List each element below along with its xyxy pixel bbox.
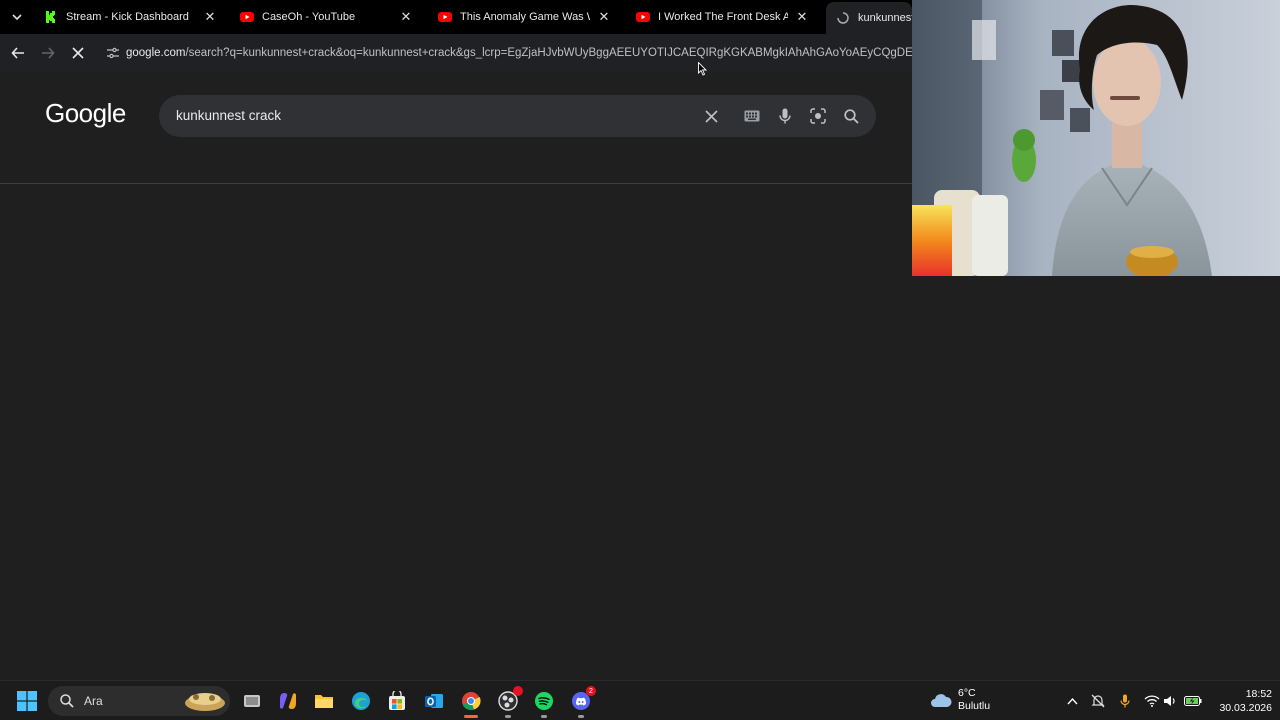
search-bar[interactable]: kunkunnest crack <box>159 95 876 137</box>
close-icon[interactable]: ✕ <box>596 9 612 25</box>
voice-search-button[interactable] <box>774 105 796 127</box>
tab-front-desk[interactable]: I Worked The Front Desk At A M ✕ <box>626 4 820 30</box>
show-hidden-icons-button[interactable] <box>1062 691 1082 711</box>
tab-title: I Worked The Front Desk At A M <box>658 11 788 23</box>
tab-kick-dashboard[interactable]: Stream - Kick Dashboard ✕ <box>34 4 228 30</box>
obs-button[interactable] <box>496 686 523 718</box>
notifications-off-button[interactable] <box>1088 691 1108 711</box>
copilot-button[interactable] <box>276 689 300 713</box>
tab-title: This Anomaly Game Was Wild... <box>460 11 590 23</box>
spotify-icon <box>535 692 553 710</box>
microphone-in-use-button[interactable] <box>1115 691 1135 711</box>
running-indicator <box>541 715 547 718</box>
search-input[interactable]: kunkunnest crack <box>176 108 281 123</box>
url-host: google.com <box>126 47 186 59</box>
cursor-icon <box>698 61 708 76</box>
arrow-left-icon <box>11 47 24 59</box>
cloud-icon <box>931 694 952 707</box>
close-icon <box>72 47 84 59</box>
stop-button[interactable] <box>67 42 89 64</box>
tab-title: kunkunnest c <box>858 12 912 24</box>
forward-button[interactable] <box>37 42 59 64</box>
tab-title: CaseOh - YouTube <box>262 11 356 23</box>
tab-caseoh-youtube[interactable]: CaseOh - YouTube ✕ <box>230 4 424 30</box>
close-icon[interactable]: ✕ <box>398 9 414 25</box>
youtube-icon <box>438 10 452 24</box>
running-indicator <box>505 715 511 718</box>
site-info-icon[interactable] <box>100 47 126 59</box>
bell-off-icon <box>1091 694 1105 708</box>
mouse-cursor <box>698 61 708 81</box>
search-submit-button[interactable] <box>840 105 862 127</box>
search-highlight-icon <box>185 693 225 711</box>
header-divider <box>0 183 912 184</box>
weather-widget[interactable]: 6°C Bulutlu <box>930 687 990 713</box>
clock-time: 18:52 <box>1245 688 1272 700</box>
search-icon <box>843 108 859 124</box>
camera-lens-icon <box>810 108 826 124</box>
keyboard-button[interactable] <box>741 105 763 127</box>
lens-search-button[interactable] <box>807 105 829 127</box>
wifi-icon <box>1144 695 1160 707</box>
microphone-icon <box>779 108 791 124</box>
edge-icon <box>352 692 370 710</box>
battery-button[interactable] <box>1183 691 1203 711</box>
weather-temperature: 6°C <box>958 687 976 699</box>
folder-icon <box>315 695 333 708</box>
close-icon[interactable]: ✕ <box>202 9 218 25</box>
microphone-icon <box>1120 694 1130 708</box>
arrow-right-icon <box>42 47 55 59</box>
spotify-button[interactable] <box>532 689 556 718</box>
chevron-down-icon <box>12 14 22 21</box>
notification-badge: 2 <box>586 686 596 696</box>
clock-date: 30.03.2026 <box>1219 702 1272 714</box>
kick-icon <box>44 10 58 24</box>
url-path: /search?q=kunkunnest+crack&oq=kunkunnest… <box>185 47 912 59</box>
speaker-icon <box>1164 696 1175 706</box>
start-button[interactable] <box>15 689 39 713</box>
store-icon <box>389 691 405 710</box>
copilot-icon <box>280 693 296 709</box>
youtube-icon <box>240 10 254 24</box>
loading-icon <box>836 11 850 25</box>
taskbar-search-label: Ara <box>84 694 103 708</box>
address-bar[interactable]: google.com/search?q=kunkunnest+crack&oq=… <box>100 41 912 65</box>
recording-dot <box>513 686 523 696</box>
tab-google-search[interactable]: kunkunnest c <box>826 2 912 34</box>
weather-description: Bulutlu <box>958 700 991 712</box>
tab-search-button[interactable] <box>6 6 28 28</box>
keyboard-icon <box>744 110 760 122</box>
outlook-icon <box>425 694 443 708</box>
google-logo[interactable]: Google <box>45 98 126 129</box>
outlook-button[interactable] <box>422 689 446 713</box>
windows-taskbar: Ara 2 6°C Bulutlu 18:52 30.03.2026 <box>0 680 1280 720</box>
clear-search-button[interactable] <box>700 105 722 127</box>
wifi-button[interactable] <box>1142 691 1162 711</box>
close-icon <box>704 109 718 123</box>
search-icon <box>60 694 74 708</box>
task-view-button[interactable] <box>240 689 264 713</box>
back-button[interactable] <box>7 42 29 64</box>
tab-title: Stream - Kick Dashboard <box>66 11 189 23</box>
chrome-icon <box>462 692 481 711</box>
running-indicator <box>464 715 478 718</box>
discord-button[interactable]: 2 <box>569 686 596 718</box>
chevron-up-icon <box>1066 697 1078 705</box>
windows-logo-icon <box>17 691 37 711</box>
webcam-feed <box>912 0 1280 276</box>
volume-button[interactable] <box>1160 691 1180 711</box>
microsoft-store-button[interactable] <box>385 689 409 713</box>
battery-charging-icon <box>1184 696 1202 706</box>
youtube-icon <box>636 10 650 24</box>
chrome-button[interactable] <box>459 689 483 718</box>
task-view-icon <box>244 695 260 707</box>
tab-anomaly-game[interactable]: This Anomaly Game Was Wild... ✕ <box>428 4 622 30</box>
system-clock[interactable]: 18:52 30.03.2026 <box>1208 687 1272 715</box>
taskbar-search[interactable]: Ara <box>48 686 230 716</box>
webcam-overlay <box>912 0 1280 276</box>
running-indicator <box>578 715 584 718</box>
file-explorer-button[interactable] <box>312 689 336 713</box>
close-icon[interactable]: ✕ <box>794 9 810 25</box>
edge-button[interactable] <box>349 689 373 713</box>
